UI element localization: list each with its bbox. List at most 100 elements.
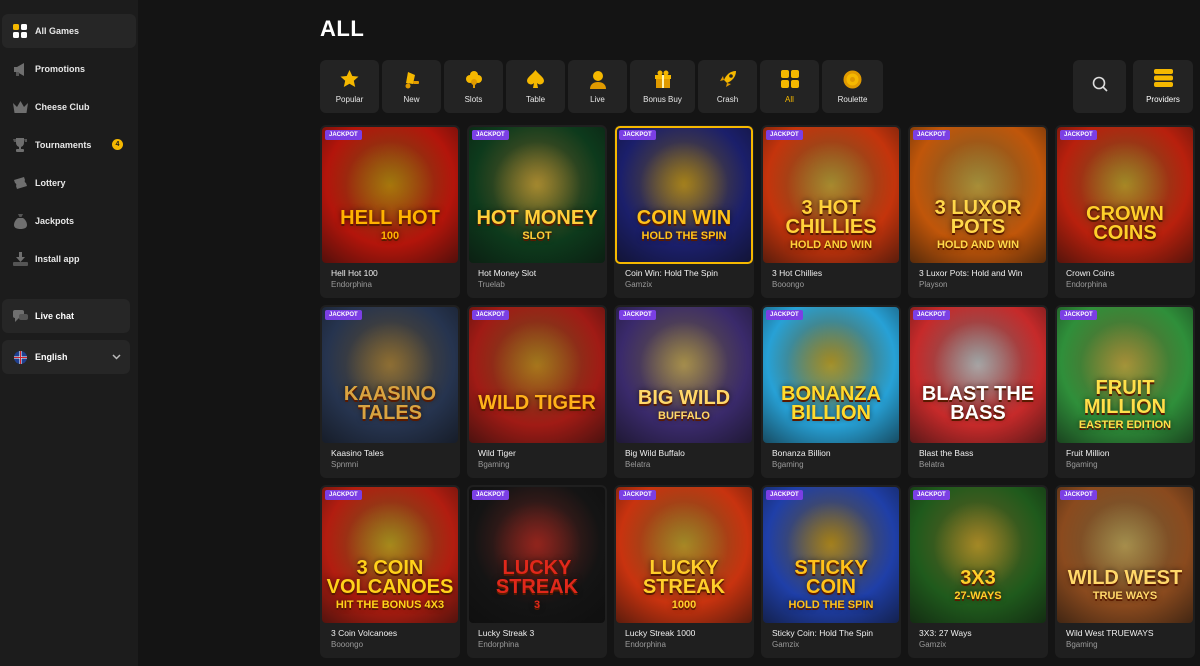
game-thumbnail[interactable]: JACKPOT HELL HOT 100 xyxy=(322,127,458,263)
game-logo-subtitle: 3 xyxy=(533,599,541,612)
game-logo-title: 3 LUXOR POTS xyxy=(934,197,1022,239)
game-card[interactable]: JACKPOT FRUIT MILLION EASTER EDITION Fruit … xyxy=(1055,305,1195,478)
game-provider: Truelab xyxy=(478,280,505,289)
game-card[interactable]: JACKPOT HOT MONEY SLOT Hot Money Slot Truela… xyxy=(467,125,607,298)
game-card[interactable]: JACKPOT WILD WEST TRUE WAYS Wild West TRUEW… xyxy=(1055,485,1195,658)
game-thumbnail[interactable]: JACKPOT BLAST THE BASS xyxy=(910,307,1046,443)
category-slots[interactable]: Slots xyxy=(444,60,503,113)
sidebar-item-jackpots[interactable]: Jackpots xyxy=(2,204,136,238)
sidebar-item-cheese-club[interactable]: Cheese Club xyxy=(2,90,136,124)
game-provider: Playson xyxy=(919,280,948,289)
game-thumbnail[interactable]: JACKPOT 3 LUXOR POTS HOLD AND WIN xyxy=(910,127,1046,263)
game-card[interactable]: JACKPOT BONANZA BILLION Bonanza Billion Bga… xyxy=(761,305,901,478)
jackpot-badge: JACKPOT xyxy=(1060,310,1097,320)
game-card[interactable]: JACKPOT KAASINO TALES Kaasino Tales Spnmni xyxy=(320,305,460,478)
category-label: Crash xyxy=(716,95,739,104)
game-card[interactable]: JACKPOT BLAST THE BASS Blast the Bass Belat… xyxy=(908,305,1048,478)
game-logo: KAASINO TALES xyxy=(322,384,458,426)
category-bonus-buy[interactable]: Bonus Buy xyxy=(630,60,695,113)
game-logo-title: HOT MONEY xyxy=(476,206,598,229)
jackpot-badge: JACKPOT xyxy=(913,490,950,500)
game-logo-subtitle: BUFFALO xyxy=(658,409,710,422)
sidebar-item-all-games[interactable]: All Games xyxy=(2,14,136,48)
live-chat-button[interactable]: Live chat xyxy=(2,299,130,333)
game-provider: Bgaming xyxy=(772,460,804,469)
game-card[interactable]: JACKPOT BIG WILD BUFFALO Big Wild Buffalo Be… xyxy=(614,305,754,478)
category-popular[interactable]: Popular xyxy=(320,60,379,113)
category-label: Live xyxy=(590,95,605,104)
game-name: Bonanza Billion xyxy=(772,448,831,458)
game-card[interactable]: JACKPOT CROWN COINS Crown Coins Endorphina xyxy=(1055,125,1195,298)
game-thumbnail[interactable]: JACKPOT BIG WILD BUFFALO xyxy=(616,307,752,443)
sidebar-item-promotions[interactable]: Promotions xyxy=(2,52,136,86)
game-logo-subtitle: EASTER EDITION xyxy=(1078,419,1172,432)
category-roulette[interactable]: Roulette xyxy=(822,60,883,113)
game-provider: Endorphina xyxy=(1066,280,1107,289)
search-icon xyxy=(1092,76,1108,97)
game-logo: BLAST THE BASS xyxy=(910,384,1046,426)
game-logo: LUCKY STREAK 3 xyxy=(469,558,605,612)
game-thumbnail[interactable]: JACKPOT 3X3 27-WAYS xyxy=(910,487,1046,623)
game-thumbnail[interactable]: JACKPOT KAASINO TALES xyxy=(322,307,458,443)
game-card[interactable]: JACKPOT COIN WIN HOLD THE SPIN Coin Win: Ho… xyxy=(614,125,754,298)
search-button[interactable] xyxy=(1073,60,1126,113)
game-thumbnail[interactable]: JACKPOT CROWN COINS xyxy=(1057,127,1193,263)
game-grid: JACKPOT HELL HOT 100 Hell Hot 100 Endorphina… xyxy=(320,125,1195,658)
game-card[interactable]: JACKPOT 3 COIN VOLCANOES HIT THE BONUS 4x3… xyxy=(320,485,460,658)
game-thumbnail[interactable]: JACKPOT WILD TIGER xyxy=(469,307,605,443)
game-thumbnail[interactable]: JACKPOT FRUIT MILLION EASTER EDITION xyxy=(1057,307,1193,443)
language-selector[interactable]: English xyxy=(2,340,130,374)
game-card[interactable]: JACKPOT LUCKY STREAK 3 Lucky Streak 3 Endorp… xyxy=(467,485,607,658)
download-icon xyxy=(12,251,28,267)
game-thumbnail[interactable]: JACKPOT HOT MONEY SLOT xyxy=(469,127,605,263)
category-crash[interactable]: Crash xyxy=(698,60,757,113)
game-name: Coin Win: Hold The Spin xyxy=(625,268,718,278)
roulette-icon xyxy=(843,69,863,89)
game-card[interactable]: JACKPOT STICKY COIN HOLD THE SPIN Sticky Co… xyxy=(761,485,901,658)
category-live[interactable]: Live xyxy=(568,60,627,113)
game-thumbnail[interactable]: JACKPOT LUCKY STREAK 3 xyxy=(469,487,605,623)
game-thumbnail[interactable]: JACKPOT 3 COIN VOLCANOES HIT THE BONUS 4x3 xyxy=(322,487,458,623)
grid-icon xyxy=(12,23,28,39)
category-label: Roulette xyxy=(837,95,868,104)
jackpot-badge: JACKPOT xyxy=(619,490,656,500)
sidebar-item-install-app[interactable]: Install app xyxy=(2,242,136,276)
game-logo-subtitle: 100 xyxy=(380,229,400,242)
game-name: Hot Money Slot xyxy=(478,268,537,278)
category-table[interactable]: Table xyxy=(506,60,565,113)
game-provider: Belatra xyxy=(919,460,945,469)
game-thumbnail[interactable]: JACKPOT WILD WEST TRUE WAYS xyxy=(1057,487,1193,623)
game-thumbnail[interactable]: JACKPOT LUCKY STREAK 1000 xyxy=(616,487,752,623)
sidebar-item-lottery[interactable]: Lottery xyxy=(2,166,136,200)
sidebar-nav: All Games Promotions Cheese Club Tournam… xyxy=(2,14,136,276)
game-name: Crown Coins xyxy=(1066,268,1115,278)
game-provider: Gamzix xyxy=(919,640,947,649)
sidebar-item-label: Promotions xyxy=(35,64,86,74)
game-provider: Endorphina xyxy=(478,640,519,649)
game-logo-title: HELL HOT xyxy=(340,206,440,229)
megaphone-icon xyxy=(12,61,28,77)
game-card[interactable]: JACKPOT HELL HOT 100 Hell Hot 100 Endorphina xyxy=(320,125,460,298)
sidebar-item-tournaments[interactable]: Tournaments 4 xyxy=(2,128,136,162)
providers-button[interactable]: Providers xyxy=(1133,60,1193,113)
category-all[interactable]: All xyxy=(760,60,819,113)
tournaments-count-badge: 4 xyxy=(112,139,123,150)
ticket-icon xyxy=(12,175,28,191)
game-card[interactable]: JACKPOT 3 LUXOR POTS HOLD AND WIN 3 Luxor P… xyxy=(908,125,1048,298)
star-icon xyxy=(340,69,360,89)
game-card[interactable]: JACKPOT LUCKY STREAK 1000 Lucky Streak 1000… xyxy=(614,485,754,658)
game-card[interactable]: JACKPOT WILD TIGER Wild Tiger Bgaming xyxy=(467,305,607,478)
jackpot-badge: JACKPOT xyxy=(325,310,362,320)
rocket-icon xyxy=(718,69,738,89)
game-logo: LUCKY STREAK 1000 xyxy=(616,558,752,611)
jackpot-badge: JACKPOT xyxy=(325,490,362,500)
game-thumbnail[interactable]: JACKPOT STICKY COIN HOLD THE SPIN xyxy=(763,487,899,623)
game-card[interactable]: JACKPOT 3X3 27-WAYS 3X3: 27 Ways Gamzix xyxy=(908,485,1048,658)
sidebar: All Games Promotions Cheese Club Tournam… xyxy=(0,0,138,666)
category-new[interactable]: New xyxy=(382,60,441,113)
game-card[interactable]: JACKPOT 3 HOT CHILLIES HOLD AND WIN 3 Hot C… xyxy=(761,125,901,298)
jackpot-badge: JACKPOT xyxy=(619,310,656,320)
game-thumbnail[interactable]: JACKPOT 3 HOT CHILLIES HOLD AND WIN xyxy=(763,127,899,263)
game-thumbnail[interactable]: JACKPOT COIN WIN HOLD THE SPIN xyxy=(615,126,753,264)
game-thumbnail[interactable]: JACKPOT BONANZA BILLION xyxy=(763,307,899,443)
